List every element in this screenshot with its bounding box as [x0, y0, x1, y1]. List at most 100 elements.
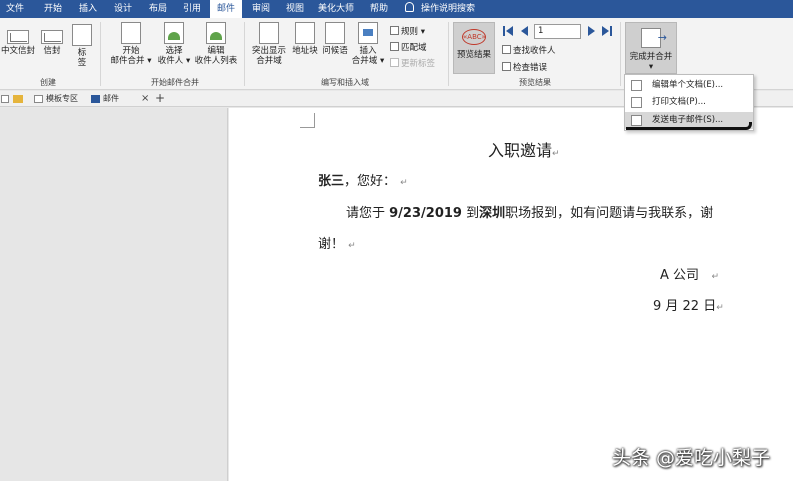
print-documents-label: 打印文档(P)...	[652, 97, 706, 107]
menu-beautify-master[interactable]: 美化大师	[314, 0, 358, 18]
group-separator	[620, 22, 621, 86]
preview-results-button[interactable]: «ABC» 预览结果	[453, 22, 495, 74]
find-recipient-button[interactable]: 查找收件人	[502, 44, 556, 56]
start-mail-merge-button[interactable]: 开始 邮件合并 ▾	[106, 22, 156, 66]
signature-company-text: A 公司	[660, 268, 700, 283]
date-merge-field: 9/23/2019	[389, 206, 462, 221]
tab-template-zone-label: 模板专区	[46, 94, 78, 103]
menu-bar: 文件 开始 插入 设计 布局 引用 邮件 审阅 视图 美化大师 帮助 操作说明搜…	[0, 0, 793, 18]
word-document-icon	[91, 95, 100, 103]
finish-merge-icon	[641, 28, 667, 48]
edit-individual-documents-label: 编辑单个文档(E)...	[652, 80, 724, 90]
highlight-merge-fields-line2: 合并域	[256, 56, 282, 66]
menu-help[interactable]: 帮助	[364, 0, 394, 18]
insert-merge-field-button[interactable]: 插入 合并域 ▾	[350, 22, 386, 66]
close-tab-icon[interactable]: ×	[141, 92, 149, 106]
find-recipient-icon	[502, 45, 511, 54]
new-document-icon[interactable]	[1, 95, 9, 103]
edit-individual-documents-item[interactable]: 编辑单个文档(E)...	[625, 77, 753, 94]
group-separator	[448, 22, 449, 86]
body-text-line2: 谢！	[318, 237, 345, 252]
paragraph-mark: ↵	[552, 149, 560, 159]
envelopes-label: 信封	[43, 46, 61, 56]
envelope-icon	[7, 30, 29, 44]
next-record-icon[interactable]	[588, 26, 595, 36]
start-mail-merge-line1: 开始	[122, 46, 140, 56]
tab-template-zone[interactable]: 模板专区	[32, 92, 78, 106]
body-text-rest: 职场报到，如有问题请与我联系，谢	[505, 206, 714, 221]
menu-file[interactable]: 文件	[0, 0, 30, 18]
envelope-icon	[41, 30, 63, 44]
document-title-text: 入职邀请	[488, 141, 553, 160]
previous-record-icon[interactable]	[521, 26, 528, 36]
match-fields-button[interactable]: 匹配域	[390, 41, 427, 53]
address-block-button[interactable]: 地址块	[290, 22, 320, 56]
match-fields-label: 匹配域	[401, 43, 427, 53]
print-documents-item[interactable]: 打印文档(P)...	[625, 94, 753, 111]
body-paragraph-line1: 请您于 9/23/2019 到深圳职场报到，如有问题请与我联系，谢	[346, 202, 713, 221]
signature-company: A 公司 ↵	[660, 264, 719, 283]
menu-layout[interactable]: 布局	[143, 0, 173, 18]
menu-design[interactable]: 设计	[108, 0, 138, 18]
tell-me-search[interactable]: 操作说明搜索	[405, 0, 475, 18]
rules-button[interactable]: 规则 ▾	[390, 25, 425, 37]
greeting-line-icon	[325, 22, 345, 44]
insert-merge-field-line2: 合并域 ▾	[351, 56, 385, 66]
tab-mail-document-label: 邮件	[103, 94, 119, 103]
check-errors-button[interactable]: 检查错误	[502, 61, 547, 73]
home-icon	[34, 95, 43, 103]
select-recipients-line2: 收件人 ▾	[157, 56, 191, 66]
menu-home[interactable]: 开始	[38, 0, 68, 18]
group-create-label: 创建	[40, 78, 56, 87]
menu-insert[interactable]: 插入	[73, 0, 103, 18]
paragraph-mark: ↵	[348, 241, 356, 251]
highlight-merge-fields-line1: 突出显示	[251, 46, 286, 56]
greeting-line: 张三，您好： ↵	[318, 170, 408, 189]
first-record-icon[interactable]	[503, 26, 505, 36]
menu-review[interactable]: 审阅	[246, 0, 276, 18]
greeting-line-button[interactable]: 问候语	[320, 22, 350, 56]
record-number-input[interactable]: 1	[534, 24, 581, 39]
edit-recipient-list-line2: 收件人列表	[194, 56, 238, 66]
mail-merge-document-icon	[121, 22, 141, 44]
check-errors-label: 检查错误	[513, 63, 548, 73]
add-tab-icon[interactable]: +	[155, 91, 165, 106]
start-mail-merge-line2: 邮件合并 ▾	[110, 56, 152, 66]
highlight-merge-fields-button[interactable]: 突出显示 合并域	[248, 22, 290, 66]
edit-recipient-list-line1: 编辑	[207, 46, 225, 56]
group-write-insert-label: 编写和插入域	[321, 78, 369, 87]
margin-crop-mark	[300, 113, 315, 128]
body-paragraph-line2: 谢！ ↵	[318, 233, 356, 252]
labels-button[interactable]: 标签	[70, 24, 94, 68]
chinese-envelope-button[interactable]: 中文信封	[0, 24, 36, 56]
greeting-text: ，您好：	[344, 174, 397, 189]
menu-references[interactable]: 引用	[177, 0, 207, 18]
group-separator	[100, 22, 101, 86]
rules-label: 规则 ▾	[401, 27, 425, 37]
last-record-icon[interactable]	[610, 26, 612, 36]
match-fields-icon	[390, 42, 399, 51]
tab-mail-document[interactable]: 邮件	[89, 92, 119, 106]
folder-icon[interactable]	[13, 95, 23, 103]
finish-merge-button[interactable]: 完成并合并 ▾	[625, 22, 677, 74]
edit-documents-icon	[631, 80, 642, 91]
last-record-arrow-icon[interactable]	[602, 26, 609, 36]
paragraph-mark: ↵	[716, 303, 724, 313]
city-merge-field: 深圳	[479, 206, 506, 221]
select-recipients-line1: 选择	[165, 46, 183, 56]
insert-merge-field-line1: 插入	[359, 46, 377, 56]
menu-mailings[interactable]: 邮件	[210, 0, 242, 18]
first-record-arrow-icon[interactable]	[506, 26, 513, 36]
update-labels-button[interactable]: 更新标签	[390, 57, 435, 69]
menu-view[interactable]: 视图	[280, 0, 310, 18]
body-text-mid: 到	[461, 206, 480, 221]
group-separator	[244, 22, 245, 86]
edit-recipient-list-button[interactable]: 编辑 收件人列表	[192, 22, 240, 66]
group-start-merge-label: 开始邮件合并	[151, 78, 199, 87]
paragraph-mark: ↵	[711, 272, 719, 282]
envelopes-button[interactable]: 信封	[38, 24, 66, 56]
address-block-label: 地址块	[292, 46, 318, 56]
select-recipients-button[interactable]: 选择 收件人 ▾	[156, 22, 192, 66]
greeting-line-label: 问候语	[322, 46, 348, 56]
update-labels-label: 更新标签	[401, 59, 436, 69]
